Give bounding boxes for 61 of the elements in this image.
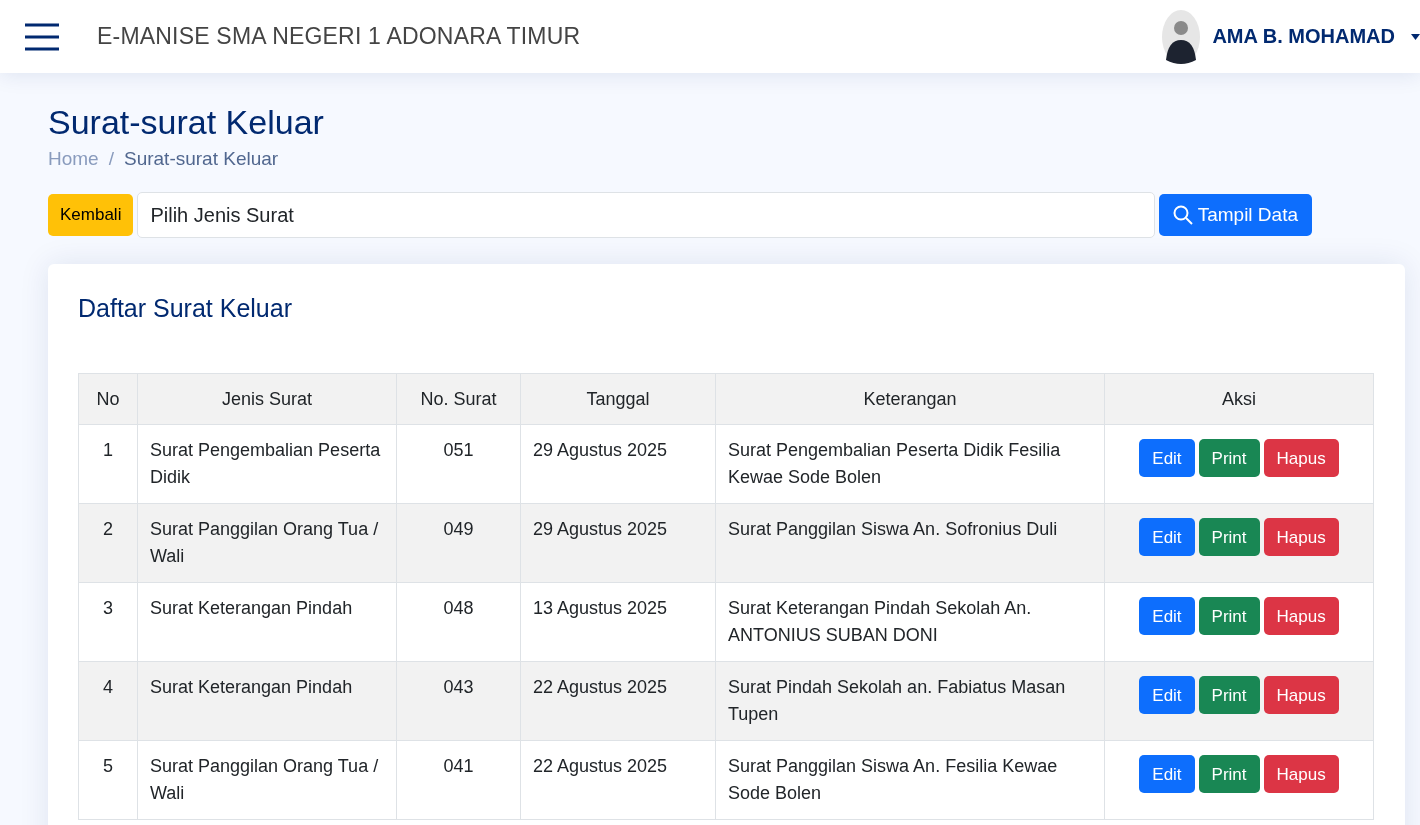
column-header: Keterangan [715,373,1105,425]
table-cell: 3 [78,582,138,662]
menu-icon[interactable] [25,22,59,51]
back-button[interactable]: Kembali [48,194,134,236]
edit-button[interactable]: Edit [1139,676,1195,714]
print-button[interactable]: Print [1198,676,1260,714]
table-cell: 1 [78,424,138,504]
print-button[interactable]: Print [1198,518,1260,556]
table-cell: 051 [396,424,521,504]
delete-button[interactable]: Hapus [1263,597,1339,635]
table-cell: Surat Panggilan Orang Tua / Wali [137,503,397,583]
table-cell: Surat Panggilan Orang Tua / Wali [137,740,397,820]
table-cell: 043 [396,661,521,741]
edit-button[interactable]: Edit [1139,439,1195,477]
breadcrumb-current: Surat-surat Keluar [123,148,279,170]
column-header: Aksi [1104,373,1374,425]
table-cell: 22 Agustus 2025 [520,740,716,820]
card-title: Daftar Surat Keluar [78,294,292,323]
table-cell: Surat Keterangan Pindah [137,582,397,662]
print-button[interactable]: Print [1198,755,1260,793]
search-icon [1172,205,1193,225]
page-title: Surat-surat Keluar [48,103,324,142]
column-header: Jenis Surat [137,373,397,425]
table-cell: Surat Panggilan Siswa An. Sofronius Duli [715,503,1105,583]
user-menu[interactable]: AMA B. MOHAMAD [1162,9,1420,64]
app-title: E-MANISE SMA NEGERI 1 ADONARA TIMUR [97,23,581,50]
user-name: AMA B. MOHAMAD [1212,25,1395,48]
edit-button[interactable]: Edit [1139,755,1195,793]
table-cell: 29 Agustus 2025 [520,424,716,504]
table-cell: 13 Agustus 2025 [520,582,716,662]
column-header: No [78,373,138,425]
table-cell: 041 [396,740,521,820]
table-cell: Surat Keterangan Pindah [137,661,397,741]
caret-icon [1411,33,1420,40]
avatar-icon [1162,9,1201,64]
table-cell: 4 [78,661,138,741]
table-cell: Surat Pindah Sekolah an. Fabiatus Masan Tupen [715,661,1105,741]
delete-button[interactable]: Hapus [1263,518,1339,556]
table-cell: 049 [396,503,521,583]
delete-button[interactable]: Hapus [1263,755,1339,793]
delete-button[interactable]: Hapus [1263,439,1339,477]
table-cell: Surat Pengembalian Peserta Didik Fesilia Kewae Sode Bolen [715,424,1105,504]
table-cell: Surat Keterangan Pindah Sekolah An. ANTONIUS SUBAN DONI [715,582,1105,662]
table-cell: Surat Pengembalian Peserta Didik [137,424,397,504]
table-cell: 2 [78,503,138,583]
edit-button[interactable]: Edit [1139,518,1195,556]
table-cell: 29 Agustus 2025 [520,503,716,583]
select-field[interactable]: Pilih Jenis Surat [137,192,1155,238]
table-cell: Surat Panggilan Siswa An. Fesilia Kewae Sode Bolen [715,740,1105,820]
breadcrumb-separator: / [108,148,114,170]
table-cell: 048 [396,582,521,662]
column-header: Tanggal [520,373,716,425]
print-button[interactable]: Print [1198,439,1260,477]
show-data-button[interactable]: Tampil Data [1158,194,1312,236]
print-button[interactable]: Print [1198,597,1260,635]
column-header: No. Surat [396,373,521,425]
table-cell: 5 [78,740,138,820]
delete-button[interactable]: Hapus [1263,676,1339,714]
table-cell: 22 Agustus 2025 [520,661,716,741]
edit-button[interactable]: Edit [1139,597,1195,635]
breadcrumb-link[interactable]: Home [48,148,99,170]
